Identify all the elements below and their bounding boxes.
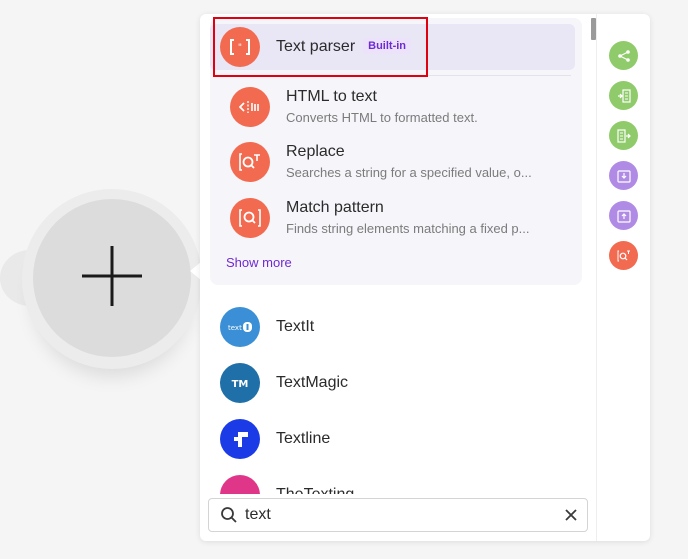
module-picker-panel: " Text parser Built-in HTML to text Conve… bbox=[200, 14, 650, 541]
search-icon bbox=[220, 506, 238, 529]
result-desc-match-pattern: Finds string elements matching a fixed p… bbox=[286, 221, 530, 236]
download-box-icon[interactable] bbox=[609, 161, 638, 190]
app-item-textit[interactable]: TextIt bbox=[276, 318, 314, 336]
result-desc-html-to-text: Converts HTML to formatted text. bbox=[286, 110, 478, 125]
close-icon[interactable] bbox=[565, 508, 577, 526]
result-desc-replace: Searches a string for a specified value,… bbox=[286, 165, 532, 180]
plus-icon bbox=[81, 245, 143, 312]
app-item-textmagic[interactable]: TextMagic bbox=[276, 374, 348, 392]
upload-box-icon[interactable] bbox=[609, 201, 638, 230]
result-title-replace[interactable]: Replace bbox=[286, 143, 345, 161]
svg-text:text: text bbox=[228, 324, 242, 332]
search-box bbox=[208, 498, 588, 532]
search-input[interactable] bbox=[245, 504, 545, 526]
textmagic-logo-icon: TM bbox=[220, 363, 260, 403]
show-more-link[interactable]: Show more bbox=[226, 255, 292, 270]
export-list-icon[interactable] bbox=[609, 121, 638, 150]
import-list-icon[interactable] bbox=[609, 81, 638, 110]
search-text-icon[interactable] bbox=[609, 241, 638, 270]
match-pattern-icon bbox=[230, 198, 270, 238]
textit-logo-icon: text bbox=[220, 307, 260, 347]
textline-logo-icon bbox=[220, 419, 260, 459]
results-list[interactable]: " Text parser Built-in HTML to text Conve… bbox=[200, 14, 592, 494]
share-icon[interactable] bbox=[609, 41, 638, 70]
result-title-match-pattern[interactable]: Match pattern bbox=[286, 199, 384, 217]
svg-text:TM: TM bbox=[232, 379, 249, 390]
thetexting-logo-icon bbox=[220, 475, 260, 494]
add-module-button[interactable] bbox=[33, 199, 191, 357]
replace-icon bbox=[230, 142, 270, 182]
html-to-text-icon bbox=[230, 87, 270, 127]
app-item-thetexting[interactable]: TheTexting bbox=[276, 486, 354, 494]
highlight-box bbox=[213, 17, 428, 77]
result-title-html-to-text[interactable]: HTML to text bbox=[286, 88, 377, 106]
app-item-textline[interactable]: Textline bbox=[276, 430, 330, 448]
